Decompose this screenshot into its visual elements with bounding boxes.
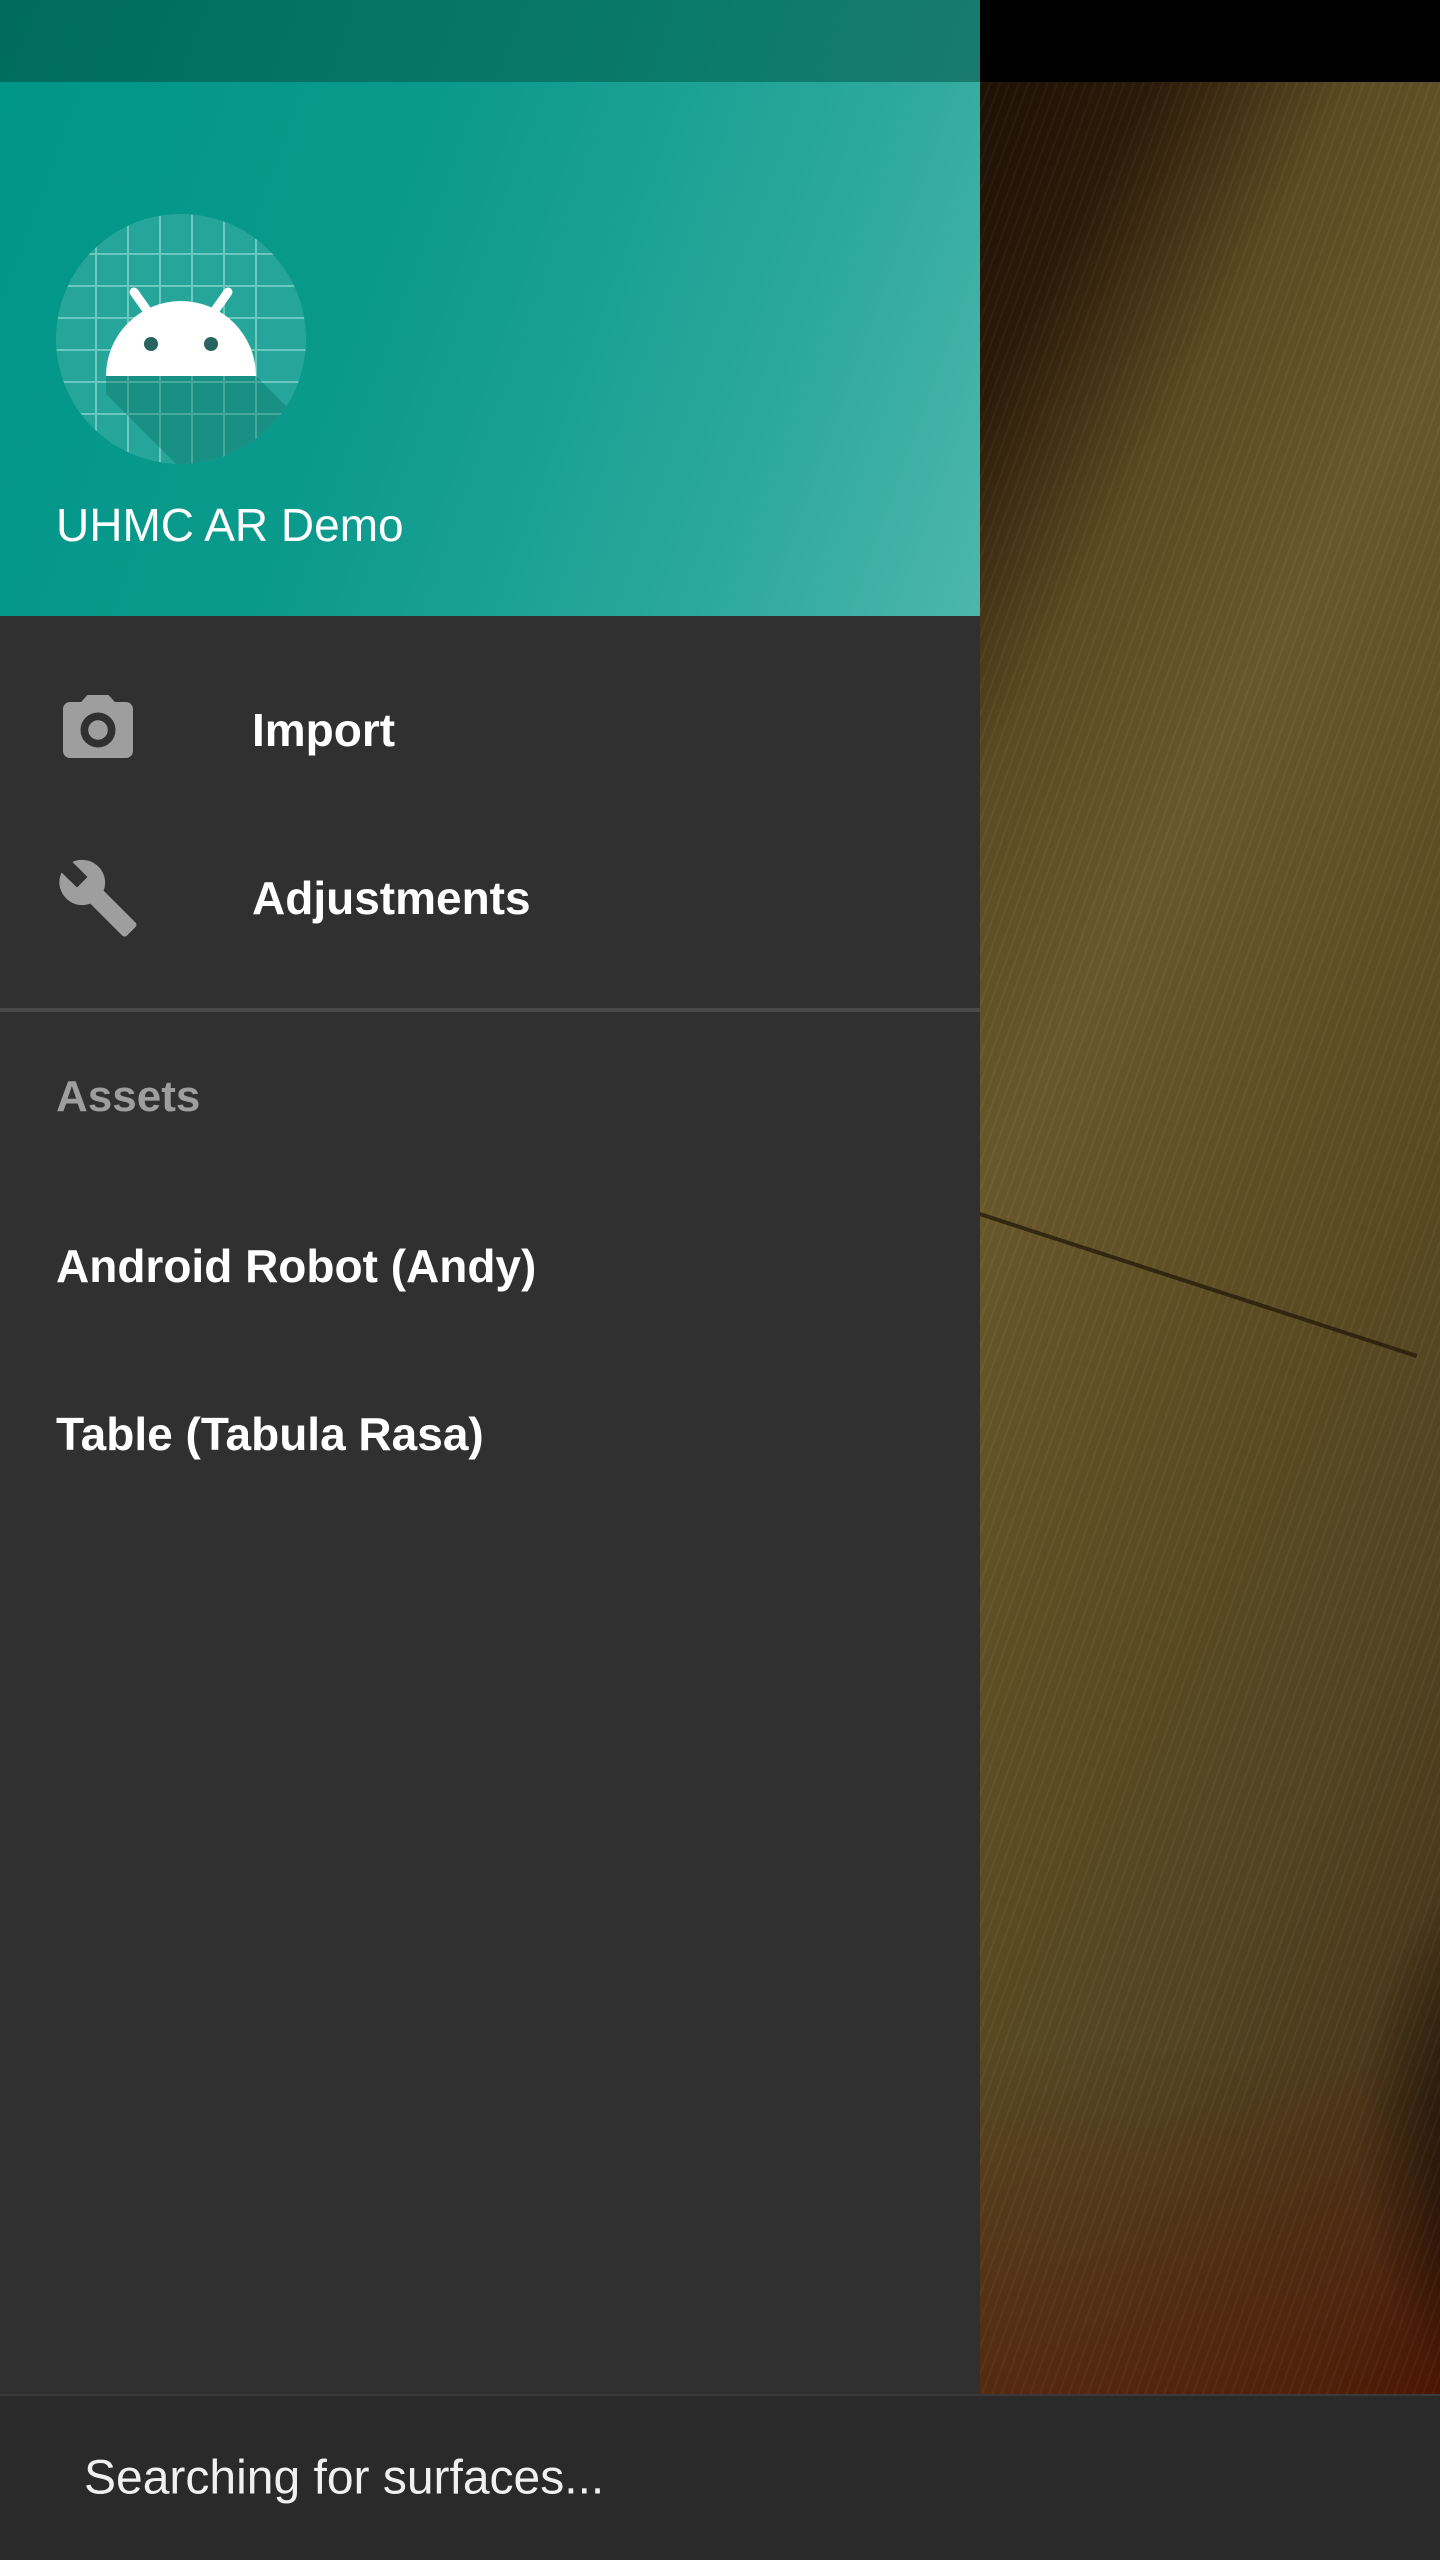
asset-item-label: Android Robot (Andy) [56, 1240, 537, 1292]
menu-item-label: Import [252, 704, 396, 756]
app-title: UHMC AR Demo [56, 499, 404, 551]
camera-preview[interactable] [978, 82, 1440, 2394]
navigation-drawer: UHMC AR Demo Import Adjustments Assets A… [0, 0, 980, 2394]
menu-item-import[interactable]: Import [0, 646, 980, 814]
android-robot-icon [56, 214, 306, 464]
asset-item-table[interactable]: Table (Tabula Rasa) [0, 1350, 980, 1518]
drawer-header: UHMC AR Demo [0, 82, 980, 616]
menu-item-adjustments[interactable]: Adjustments [0, 814, 980, 982]
drawer-status-bar [0, 0, 980, 82]
status-bar [980, 0, 1440, 82]
asset-item-android-robot[interactable]: Android Robot (Andy) [0, 1182, 980, 1350]
snackbar: Searching for surfaces... [0, 2394, 1440, 2560]
divider [0, 1008, 980, 1012]
wrench-icon [56, 856, 140, 940]
snackbar-message: Searching for surfaces... [84, 2451, 605, 2505]
asset-item-label: Table (Tabula Rasa) [56, 1408, 484, 1460]
menu-item-label: Adjustments [252, 872, 531, 924]
floor-seam [978, 1212, 1418, 1358]
section-title-assets: Assets [56, 1072, 201, 1121]
camera-icon [56, 688, 140, 772]
